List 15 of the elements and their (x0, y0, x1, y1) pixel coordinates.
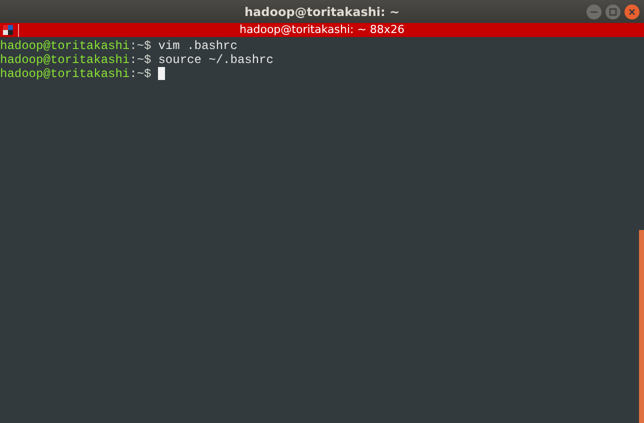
prompt-path: :~$ (130, 39, 152, 53)
window-title: hadoop@toritakashi: ~ (244, 4, 400, 18)
grid-icon[interactable] (3, 25, 13, 35)
prompt-user-host: hadoop@toritakashi (0, 53, 130, 67)
command-text: vim .bashrc (158, 39, 238, 53)
close-button[interactable] (624, 4, 640, 20)
scrollbar-thumb[interactable] (639, 230, 644, 423)
prompt-path: :~$ (130, 67, 152, 81)
minimize-button[interactable] (586, 4, 602, 20)
prompt-path: :~$ (130, 53, 152, 67)
prompt-user-host: hadoop@toritakashi (0, 67, 130, 81)
prompt-user-host: hadoop@toritakashi (0, 39, 130, 53)
maximize-button[interactable] (605, 4, 621, 20)
command-text: source ~/.bashrc (158, 53, 274, 67)
terminal-title: hadoop@toritakashi: ~ 88x26 (240, 23, 404, 36)
